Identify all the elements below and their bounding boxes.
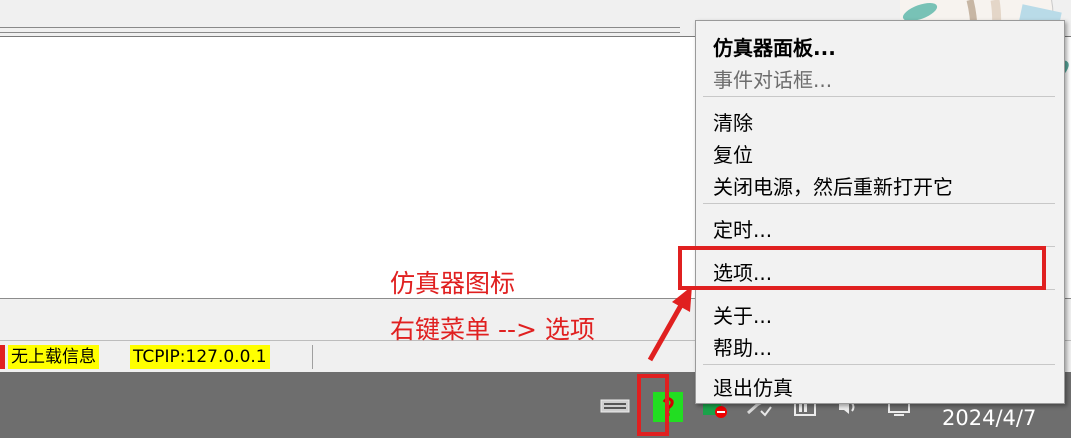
status-indicator bbox=[0, 345, 5, 369]
menu-separator bbox=[703, 203, 1055, 204]
taskbar-date[interactable]: 2024/4/7 bbox=[942, 406, 1036, 430]
menu-item-exit-simulation[interactable]: 退出仿真 bbox=[713, 372, 793, 401]
menu-separator bbox=[703, 96, 1055, 97]
context-menu: 仿真器面板... 事件对话框... 清除 复位 关闭电源，然后重新打开它 定时.… bbox=[695, 20, 1065, 404]
menu-item-event-dialog[interactable]: 事件对话框... bbox=[713, 64, 832, 93]
top-rule bbox=[0, 27, 680, 28]
simulator-icon-highlight bbox=[637, 374, 669, 436]
upload-info-status: 无上载信息 bbox=[8, 345, 99, 369]
options-highlight bbox=[678, 246, 1046, 290]
annotation-arrow bbox=[647, 286, 692, 362]
top-rule-lower bbox=[0, 32, 680, 33]
annotation-line-1: 仿真器图标 bbox=[390, 269, 516, 298]
menu-item-clear[interactable]: 清除 bbox=[713, 107, 753, 136]
status-divider bbox=[312, 345, 313, 369]
menu-item-about[interactable]: 关于... bbox=[713, 300, 772, 329]
menu-item-power-cycle[interactable]: 关闭电源，然后重新打开它 bbox=[713, 171, 953, 200]
menu-item-help[interactable]: 帮助... bbox=[713, 332, 772, 361]
annotation-line-2: 右键菜单 --> 选项 bbox=[390, 315, 595, 344]
tcpip-status: TCPIP:127.0.0.1 bbox=[130, 345, 270, 369]
menu-item-timing[interactable]: 定时... bbox=[713, 214, 772, 243]
menu-item-simulator-panel[interactable]: 仿真器面板... bbox=[713, 32, 836, 61]
keyboard-icon[interactable] bbox=[598, 396, 632, 416]
menu-item-reset[interactable]: 复位 bbox=[713, 139, 753, 168]
menu-separator bbox=[703, 364, 1055, 365]
